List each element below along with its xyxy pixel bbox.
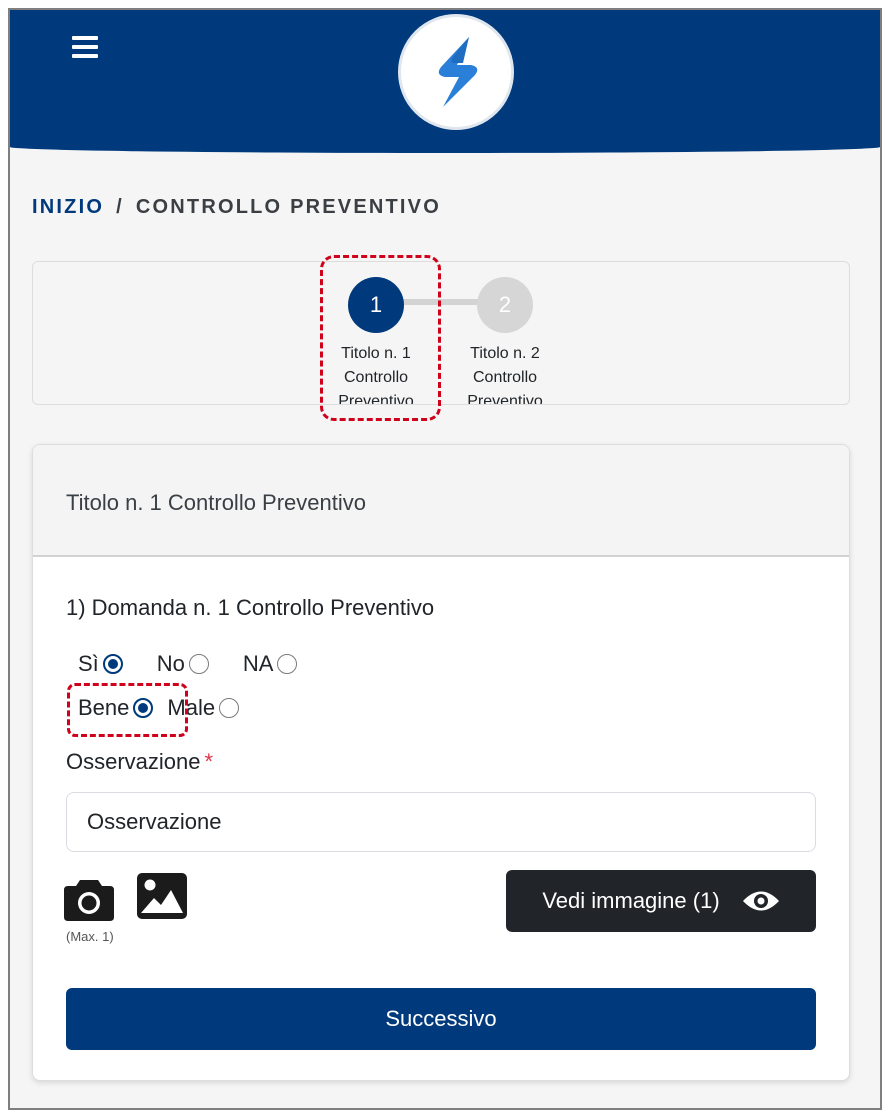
- max-attachments-note: (Max. 1): [66, 929, 114, 944]
- app-frame: INIZIO / CONTROLLO PREVENTIVO 1 2 Titolo n…: [8, 8, 882, 1110]
- top-bar: [10, 10, 880, 153]
- view-image-button[interactable]: Vedi immagine (1): [506, 870, 816, 932]
- breadcrumb-home-link[interactable]: INIZIO: [32, 196, 104, 218]
- image-icon[interactable]: [137, 873, 187, 924]
- step-2-circle[interactable]: 2: [477, 277, 533, 333]
- radio-si[interactable]: [102, 654, 123, 674]
- question-text: 1) Domanda n. 1 Controllo Preventivo: [66, 595, 435, 620]
- radio-option-si[interactable]: Sì: [78, 651, 123, 677]
- step-2-label: Titolo n. 2 Controllo Preventivo: [467, 345, 543, 405]
- question-card: Titolo n. 1 Controllo Preventivo 1) Doma…: [32, 444, 850, 1081]
- breadcrumb-current: CONTROLLO PREVENTIVO: [135, 196, 441, 218]
- radio-option-no[interactable]: No: [157, 651, 209, 677]
- radio-label-na: NA: [242, 651, 274, 676]
- radio-label-no: No: [156, 651, 185, 676]
- observation-label: Osservazione *: [66, 749, 214, 774]
- view-image-label: Vedi immagine (1): [542, 888, 720, 913]
- eye-icon: [742, 891, 779, 911]
- breadcrumb-separator: /: [116, 196, 124, 218]
- highlight-step-1: [320, 255, 441, 421]
- app-logo-icon: [398, 14, 514, 130]
- answer-radio-group: Sì No NA: [78, 651, 331, 677]
- radio-male[interactable]: [219, 698, 240, 718]
- next-button[interactable]: Successivo: [66, 988, 816, 1050]
- radio-option-na[interactable]: NA: [243, 651, 298, 677]
- hamburger-menu-icon[interactable]: [72, 36, 98, 58]
- radio-no[interactable]: [188, 654, 209, 674]
- radio-label-si: Sì: [78, 651, 99, 676]
- breadcrumb: INIZIO / CONTROLLO PREVENTIVO: [32, 196, 441, 219]
- highlight-bene-option: [67, 683, 188, 737]
- required-mark: *: [204, 749, 214, 774]
- stepper-card: 1 2 Titolo n. 1 Controllo Preventivo Tit…: [32, 261, 850, 405]
- camera-icon[interactable]: [64, 877, 114, 926]
- radio-na[interactable]: [277, 654, 298, 674]
- section-header: Titolo n. 1 Controllo Preventivo: [33, 445, 849, 557]
- section-title: Titolo n. 1 Controllo Preventivo: [66, 490, 366, 515]
- observation-input[interactable]: [66, 792, 816, 852]
